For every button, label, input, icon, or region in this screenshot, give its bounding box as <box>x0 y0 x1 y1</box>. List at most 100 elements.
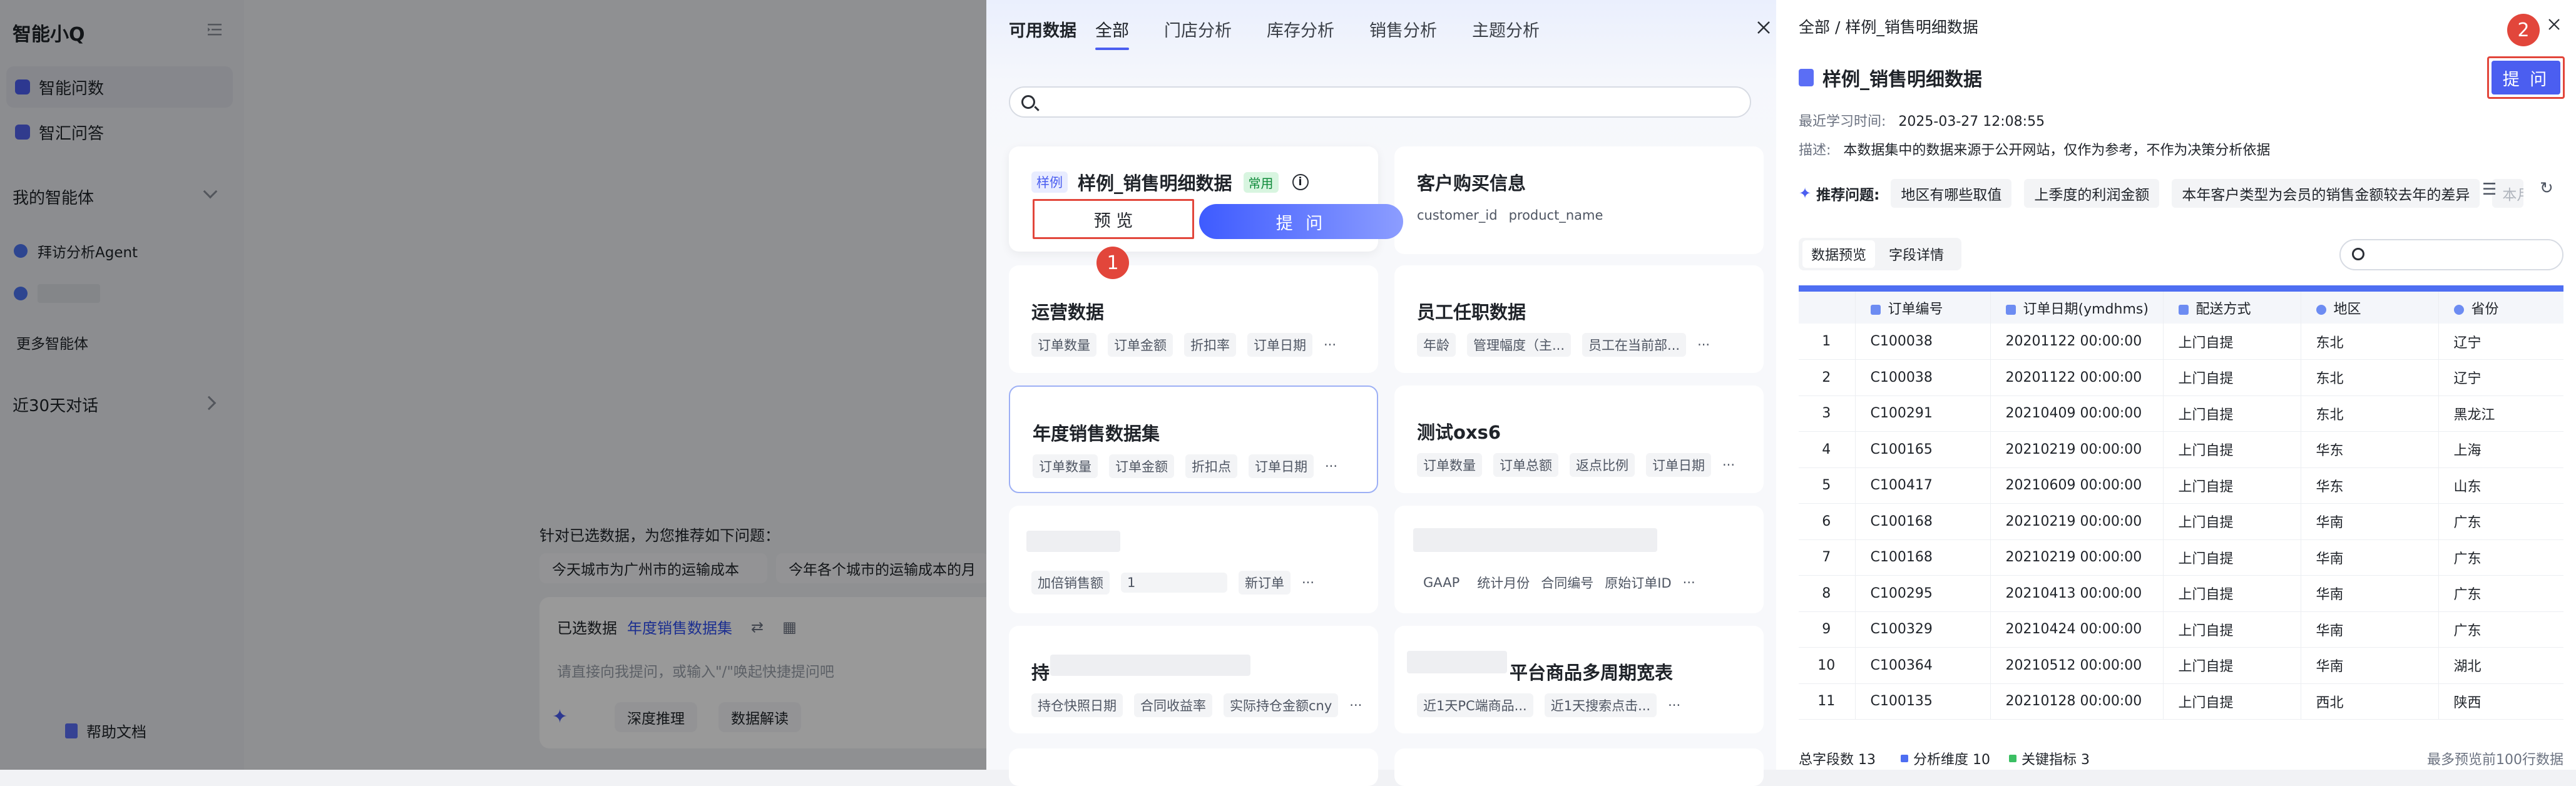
row-index: 1 <box>1799 324 1855 360</box>
table-row: 4 C100165 20210219 00:00:00 上门自提 华东 上海 <box>1799 431 2563 468</box>
rec-question-chip[interactable]: 地区有哪些取值 <box>1891 179 2012 208</box>
preview-note: 最多预览前100行数据 <box>2427 752 2563 768</box>
location-icon <box>2453 304 2464 315</box>
info-icon[interactable]: i <box>1292 174 1309 190</box>
dataset-card[interactable]: 客户购买信息 customer_id product_name <box>1394 146 1764 254</box>
list-icon[interactable]: ☰ <box>2482 180 2497 199</box>
col-label: 配送方式 <box>2195 301 2251 317</box>
modal-overlay[interactable] <box>0 0 986 770</box>
dataset-card[interactable]: 加倍销售额 1 新订单 ··· <box>1009 506 1378 613</box>
dataset-search-input[interactable] <box>1009 86 1751 118</box>
dataset-card-selected[interactable]: 年度销售数据集 订单数量 订单金额 折扣点 订单日期 ··· <box>1009 385 1378 493</box>
table-row: 1 C100038 20201122 00:00:00 上门自提 东北 辽宁 <box>1799 324 2563 360</box>
table-cell: 华南 <box>2300 503 2438 540</box>
field-tag: 订单日期 <box>1247 333 1312 357</box>
close-icon[interactable] <box>2547 18 2561 31</box>
table-cell: 上海 <box>2438 431 2563 468</box>
card-title: 样例_销售明细数据 <box>1078 173 1232 194</box>
common-tag: 常用 <box>1243 171 1279 193</box>
col-order-id[interactable]: 订单编号 <box>1854 285 1990 324</box>
rec-question-chip[interactable]: 本年客户类型为会员的销售金额较去年的差异 <box>2172 179 2480 208</box>
dataset-card[interactable]: 持 持仓快照日期 合同收益率 实际持仓金额cny ··· <box>1009 626 1378 733</box>
search-icon <box>2352 248 2364 260</box>
table-cell: C100038 <box>1854 324 1990 360</box>
dataset-card[interactable]: 测试oxs6 订单数量 订单总额 返点比例 订单日期 ··· <box>1394 385 1764 493</box>
dataset-icon <box>1799 69 1814 86</box>
step-badge-1: 1 <box>1096 247 1129 279</box>
table-cell: 华南 <box>2300 647 2438 684</box>
field-tag: 折扣点 <box>1185 454 1237 478</box>
dimension-marker-icon <box>1901 755 1908 762</box>
table-cell: 辽宁 <box>2438 324 2563 360</box>
tab-store[interactable]: 门店分析 <box>1164 17 1232 41</box>
table-cell: C100168 <box>1854 539 1990 576</box>
detail-ask-button[interactable]: 提 问 <box>2492 61 2560 94</box>
table-cell: 华南 <box>2300 611 2438 648</box>
col-order-date[interactable]: 订单日期(ymdhms) <box>1990 285 2163 324</box>
more-tags: ··· <box>1324 337 1337 352</box>
preview-button[interactable]: 预 览 <box>1033 199 1194 239</box>
field-tag: 年龄 <box>1417 333 1456 357</box>
table-cell: 黑龙江 <box>2438 396 2563 432</box>
field-tag: 管理幅度（主... <box>1467 333 1572 357</box>
table-row: 5 C100417 20210609 00:00:00 上门自提 华东 山东 <box>1799 467 2563 504</box>
row-index: 11 <box>1799 683 1855 720</box>
tab-sales[interactable]: 销售分析 <box>1369 17 1437 41</box>
dataset-card-partial[interactable] <box>1394 748 1764 786</box>
field-tag: 加倍销售额 <box>1031 571 1110 595</box>
table-cell: 20210409 00:00:00 <box>1990 396 2163 432</box>
col-province[interactable]: 省份 <box>2438 285 2563 324</box>
table-cell: 西北 <box>2300 683 2438 720</box>
dataset-card[interactable]: GAAP 统计月份 合同编号 原始订单ID ··· <box>1394 506 1764 613</box>
blurred-title <box>1050 655 1250 676</box>
more-tags: ··· <box>1349 698 1362 713</box>
dataset-card-partial[interactable] <box>1009 748 1378 786</box>
table-cell: C100291 <box>1854 396 1990 432</box>
table-row: 10 C100364 20210512 00:00:00 上门自提 华南 湖北 <box>1799 647 2563 684</box>
tab-field-details[interactable]: 字段详情 <box>1880 240 1953 268</box>
col-region[interactable]: 地区 <box>2300 285 2438 324</box>
col-label: 订单日期(ymdhms) <box>2023 301 2149 317</box>
field-tag: 新订单 <box>1239 571 1291 595</box>
col-delivery[interactable]: 配送方式 <box>2162 285 2301 324</box>
refresh-icon[interactable]: ↻ <box>2540 179 2553 198</box>
table-header-row: 订单编号 订单日期(ymdhms) 配送方式 地区 省份 <box>1799 285 2563 324</box>
ask-button[interactable]: 提 问 <box>1199 204 1403 239</box>
more-tags: ··· <box>1302 575 1315 590</box>
description-label: 描述: <box>1799 143 1831 158</box>
col-label: 地区 <box>2333 301 2361 317</box>
row-index: 6 <box>1799 503 1855 540</box>
blurred-title <box>1413 528 1657 552</box>
more-tags: ··· <box>1722 457 1735 472</box>
dataset-card[interactable]: 平台商品多周期宽表 近1天PC端商品... 近1天搜索点击... ··· <box>1394 626 1764 733</box>
table-cell: C100295 <box>1854 575 1990 612</box>
table-cell: 陕西 <box>2438 683 2563 720</box>
table-cell: 20210413 00:00:00 <box>1990 575 2163 612</box>
breadcrumb[interactable]: 全部 / 样例_销售明细数据 <box>1799 15 1978 38</box>
tab-data-preview[interactable]: 数据预览 <box>1802 240 1876 268</box>
description: 描述: 本数据集中的数据来源于公开网站，仅作为参考，不作为决策分析依据 <box>1799 139 2270 159</box>
close-icon[interactable] <box>1755 19 1772 36</box>
table-search-input[interactable] <box>2339 239 2563 270</box>
col-label: 订单编号 <box>1888 301 1943 317</box>
tab-inventory[interactable]: 库存分析 <box>1267 17 1334 41</box>
tab-all[interactable]: 全部 <box>1095 17 1129 50</box>
col-index <box>1799 285 1855 324</box>
rec-question-chip[interactable]: 本月 <box>2492 179 2524 208</box>
field-tag: customer_id <box>1417 208 1498 223</box>
recommended-questions: ✦ 推荐问题: 地区有哪些取值 上季度的利润金额 本年客户类型为会员的销售金额较… <box>1799 179 2536 208</box>
search-icon <box>1021 95 1035 109</box>
dataset-title-text: 样例_销售明细数据 <box>1822 69 1982 91</box>
field-tag: product_name <box>1508 208 1603 223</box>
text-field-icon <box>1870 304 1881 315</box>
metrics-label: 关键指标 3 <box>2021 752 2090 768</box>
tab-topic[interactable]: 主题分析 <box>1472 17 1540 41</box>
row-index: 2 <box>1799 359 1855 396</box>
table-cell: 广东 <box>2438 575 2563 612</box>
dataset-card[interactable]: 运营数据 订单数量 订单金额 折扣率 订单日期 ··· <box>1009 265 1378 373</box>
row-index: 4 <box>1799 431 1855 468</box>
rec-question-chip[interactable]: 上季度的利润金额 <box>2024 179 2160 208</box>
table-cell: 上门自提 <box>2162 359 2301 396</box>
table-row: 7 C100168 20210219 00:00:00 上门自提 华南 广东 <box>1799 539 2563 576</box>
dataset-card[interactable]: 员工任职数据 年龄 管理幅度（主... 员工在当前部... ··· <box>1394 265 1764 373</box>
